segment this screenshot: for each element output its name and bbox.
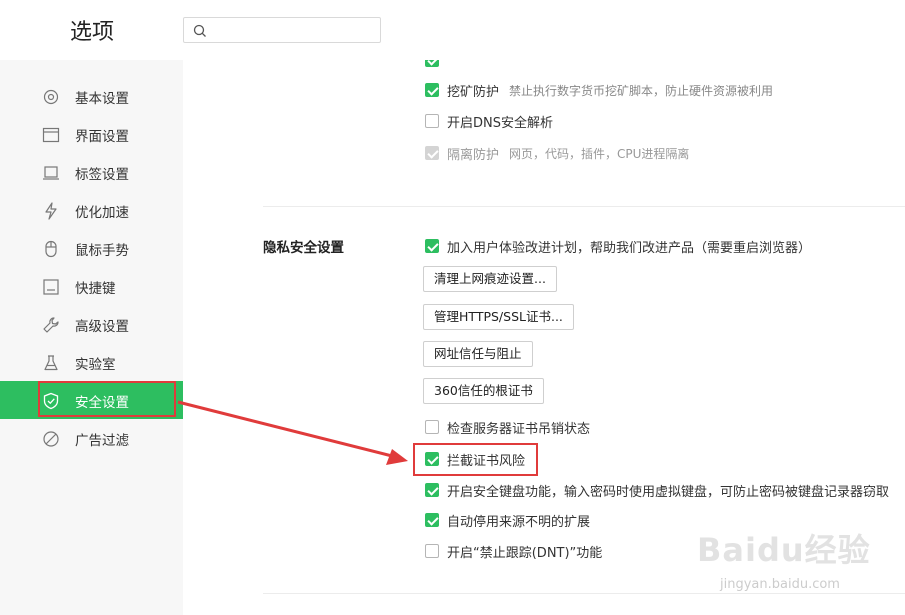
tab-icon [43,166,59,180]
highlight-box [38,381,176,417]
option-mining-protection[interactable]: 挖矿防护 禁止执行数字货币挖矿脚本，防止硬件资源被利用 [425,80,773,100]
option-dnt[interactable]: 开启“禁止跟踪(DNT)”功能 [425,541,602,561]
divider [263,206,905,207]
section-title-privacy: 隐私安全设置 [263,240,344,256]
option-check-revocation[interactable]: 检查服务器证书吊销状态 [425,417,590,437]
settings-content: 挖矿防护 禁止执行数字货币挖矿脚本，防止硬件资源被利用 开启DNS安全解析 隔离… [183,60,905,615]
option-secure-keyboard[interactable]: 开启安全键盘功能，输入密码时使用虚拟键盘，可防止密码被键盘记录器窃取 [425,480,889,500]
highlight-box [413,443,538,476]
flask-icon [44,355,58,371]
sidebar-item-label: 广告过滤 [75,433,129,449]
divider [263,593,905,594]
option-description: 禁止执行数字货币挖矿脚本，防止硬件资源被利用 [509,83,774,98]
option-label: 检查服务器证书吊销状态 [447,421,591,437]
option-label: 挖矿防护 [447,84,500,100]
clear-history-settings-button[interactable]: 清理上网痕迹设置... [423,266,557,292]
option-isolation: 隔离防护 网页，代码，插件，CPU进程隔离 [425,143,689,163]
checkbox[interactable] [425,483,439,497]
header: 选项 [0,0,905,60]
option-label: 开启DNS安全解析 [447,115,553,131]
keyboard-icon [43,279,59,295]
wrench-icon [43,317,59,333]
manage-certificates-button[interactable]: 管理HTTPS/SSL证书... [423,304,574,330]
option-disable-unknown-extensions[interactable]: 自动停用来源不明的扩展 [425,510,590,530]
mouse-icon [45,240,57,258]
checkbox [425,146,439,160]
sidebar-item-adblock[interactable]: 广告过滤 [0,419,183,457]
settings-icon [43,89,59,105]
lightning-icon [45,202,57,220]
option-label: 隔离防护 [447,147,500,163]
sidebar: 基本设置 界面设置 标签设置 优化加速 鼠标手势 快捷键 高级设置 实验室 安全… [0,60,183,615]
sidebar-item-basic[interactable]: 基本设置 [0,77,183,115]
sidebar-item-label: 快捷键 [75,281,116,297]
checkbox[interactable] [425,513,439,527]
checkbox[interactable] [425,544,439,558]
option-description: 网页，代码，插件，CPU进程隔离 [509,146,690,161]
sidebar-item-label: 优化加速 [75,205,129,221]
block-icon [43,431,59,447]
sidebar-item-shortcuts[interactable]: 快捷键 [0,267,183,305]
sidebar-item-tabs[interactable]: 标签设置 [0,153,183,191]
sidebar-item-lab[interactable]: 实验室 [0,343,183,381]
checkbox[interactable] [425,114,439,128]
page-title: 选项 [70,20,115,45]
trusted-root-cert-button[interactable]: 360信任的根证书 [423,378,544,404]
sidebar-item-label: 基本设置 [75,91,129,107]
sidebar-item-label: 界面设置 [75,129,129,145]
sidebar-item-label: 标签设置 [75,167,129,183]
checkbox[interactable] [425,420,439,434]
sidebar-item-label: 实验室 [75,357,116,373]
option-label: 开启安全键盘功能，输入密码时使用虚拟键盘，可防止密码被键盘记录器窃取 [447,484,890,500]
option-label: 加入用户体验改进计划，帮助我们改进产品（需要重启浏览器） [447,240,812,256]
option-row-cut [425,60,439,70]
sidebar-item-label: 高级设置 [75,319,129,335]
option-label: 开启“禁止跟踪(DNT)”功能 [447,545,603,561]
sidebar-item-label: 鼠标手势 [75,243,129,259]
sidebar-item-optimize[interactable]: 优化加速 [0,191,183,229]
sidebar-item-mouse-gestures[interactable]: 鼠标手势 [0,229,183,267]
option-label: 自动停用来源不明的扩展 [447,514,591,530]
window-icon [42,127,60,143]
option-improve-program[interactable]: 加入用户体验改进计划，帮助我们改进产品（需要重启浏览器） [425,236,811,256]
sidebar-item-security[interactable]: 安全设置 [0,381,183,419]
sidebar-item-interface[interactable]: 界面设置 [0,115,183,153]
checkbox [425,60,439,67]
checkbox[interactable] [425,239,439,253]
search-input[interactable] [183,17,381,43]
checkbox[interactable] [425,83,439,97]
option-dns-secure[interactable]: 开启DNS安全解析 [425,111,553,131]
search-icon [193,24,206,37]
url-trust-block-button[interactable]: 网址信任与阻止 [423,341,533,367]
sidebar-item-advanced[interactable]: 高级设置 [0,305,183,343]
